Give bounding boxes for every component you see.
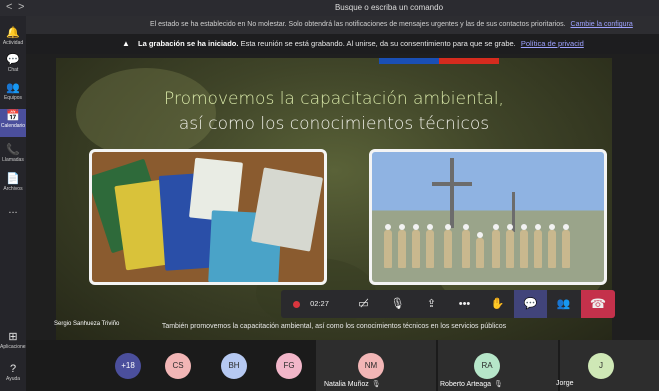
workers-photo: [369, 149, 607, 285]
sidebar-more-button[interactable]: ...: [0, 204, 26, 230]
sidebar-item-label: Actividad: [2, 40, 24, 46]
app-sidebar: 🔔 Actividad 💬 Chat 👥 Equipos 📅 Calendari…: [0, 16, 29, 391]
sidebar-item-label: Llamadas: [2, 157, 24, 163]
worker: [520, 224, 528, 268]
privacy-policy-link[interactable]: Política de privacid: [521, 39, 584, 48]
teams-icon: 👥: [6, 82, 20, 94]
worker: [426, 224, 434, 268]
mic-muted-icon: 🎙: [371, 381, 381, 388]
more-icon: ...: [8, 204, 18, 216]
sidebar-item-activity[interactable]: 🔔 Actividad: [0, 26, 26, 52]
phone-icon: 📞: [6, 144, 20, 156]
avatar[interactable]: FG: [276, 353, 302, 379]
help-icon: ?: [9, 363, 17, 375]
participant-tile[interactable]: J Jorge: [556, 340, 659, 391]
worker: [398, 224, 406, 268]
sidebar-item-label: Ayuda: [5, 376, 21, 382]
drilling-tower: [432, 182, 472, 186]
participant-name: Jorge: [556, 380, 574, 387]
sidebar-item-apps[interactable]: ⊞ Aplicaciones: [0, 330, 29, 356]
recording-banner: ▲ La grabación se ha iniciado. Esta reun…: [26, 34, 659, 54]
title-bar: < > Busque o escriba un comando: [0, 0, 659, 16]
worker: [534, 224, 542, 268]
participant-name: Natalia Muñoz 🎙: [324, 381, 381, 388]
slide-title-line2: así como los conocimientos técnicos: [178, 114, 490, 134]
worker: [476, 232, 484, 268]
sidebar-item-chat[interactable]: 💬 Chat: [0, 53, 26, 79]
sidebar-item-label: Equipos: [3, 95, 23, 101]
avatar[interactable]: BH: [221, 353, 247, 379]
sidebar-item-teams[interactable]: 👥 Equipos: [0, 81, 26, 107]
worker: [492, 224, 500, 268]
sidebar-item-files[interactable]: 📄 Archivos: [0, 172, 26, 198]
participant-tile[interactable]: NM Natalia Muñoz 🎙: [316, 340, 436, 391]
chat-icon: 💬: [6, 54, 20, 66]
mic-off-button[interactable]: 🎙: [381, 290, 414, 318]
chat-button[interactable]: 💬: [514, 290, 547, 318]
slide-flag-bar: [379, 58, 499, 64]
more-participants-avatar[interactable]: +18: [115, 353, 141, 379]
sidebar-item-help[interactable]: ? Ayuda: [0, 362, 26, 388]
slide-title-line1: Promovemos la capacitación ambiental,: [164, 89, 504, 109]
drilling-tower: [450, 158, 454, 228]
sidebar-item-label: Chat: [7, 67, 19, 73]
dnd-status-banner: El estado se ha establecido en No molest…: [26, 16, 659, 34]
worker: [384, 224, 392, 268]
live-caption: También promovemos la capacitación ambie…: [161, 323, 507, 330]
worker: [548, 224, 556, 268]
brochure: [250, 167, 324, 252]
calendar-icon: 📅: [6, 110, 20, 122]
avatar[interactable]: CS: [165, 353, 191, 379]
raise-hand-button[interactable]: ✋: [481, 290, 514, 318]
sidebar-item-label: Archivos: [3, 186, 23, 192]
worker: [506, 224, 514, 268]
change-settings-link[interactable]: Cambie la configura: [571, 21, 633, 28]
background-texture: [76, 68, 216, 158]
brochures-photo: [89, 149, 327, 285]
camera-off-button[interactable]: ▭̸: [347, 290, 380, 318]
recording-started-label: La grabación se ha iniciado.: [138, 39, 239, 48]
mic-muted-icon: 🎙: [493, 381, 503, 388]
participants-strip: +18 CS BH FG NM Natalia Muñoz 🎙 RA Robert…: [26, 340, 659, 391]
avatar: NM: [358, 353, 384, 379]
avatar: J: [588, 353, 614, 379]
apps-icon: ⊞: [8, 331, 18, 343]
sidebar-item-calendar[interactable]: 📅 Calendario: [0, 109, 26, 137]
recording-dot-icon: [293, 300, 301, 308]
forward-arrow-icon[interactable]: >: [18, 1, 24, 13]
timer-text: 02:27: [310, 299, 329, 308]
worker: [462, 224, 470, 268]
participant-name: Roberto Arteaga 🎙: [440, 381, 503, 388]
worker: [444, 224, 452, 268]
participants-button[interactable]: 👥: [547, 290, 580, 318]
worker: [562, 224, 570, 268]
sidebar-item-label: Calendario: [0, 123, 26, 129]
meeting-controls: 02:27 ▭̸ 🎙 ⇪ ••• ✋ 💬 👥 ☎: [281, 290, 615, 318]
warning-icon: ▲: [122, 39, 130, 48]
participant-tile[interactable]: RA Roberto Arteaga 🎙: [438, 340, 558, 391]
avatar: RA: [474, 353, 500, 379]
file-icon: 📄: [6, 173, 20, 185]
sidebar-item-label: Aplicaciones: [0, 344, 29, 350]
hangup-button[interactable]: ☎: [581, 290, 615, 318]
more-options-button[interactable]: •••: [448, 290, 481, 318]
dnd-status-text: El estado se ha establecido en No molest…: [150, 21, 566, 28]
worker: [412, 224, 420, 268]
search-input[interactable]: Busque o escriba un comando: [314, 1, 464, 14]
back-arrow-icon[interactable]: <: [6, 1, 12, 13]
recording-timer: 02:27: [281, 290, 341, 318]
sidebar-item-calls[interactable]: 📞 Llamadas: [0, 143, 26, 169]
recording-text: Esta reunión se está grabando. Al unirse…: [240, 39, 516, 48]
bell-icon: 🔔: [6, 27, 20, 39]
share-screen-button[interactable]: ⇪: [415, 290, 448, 318]
